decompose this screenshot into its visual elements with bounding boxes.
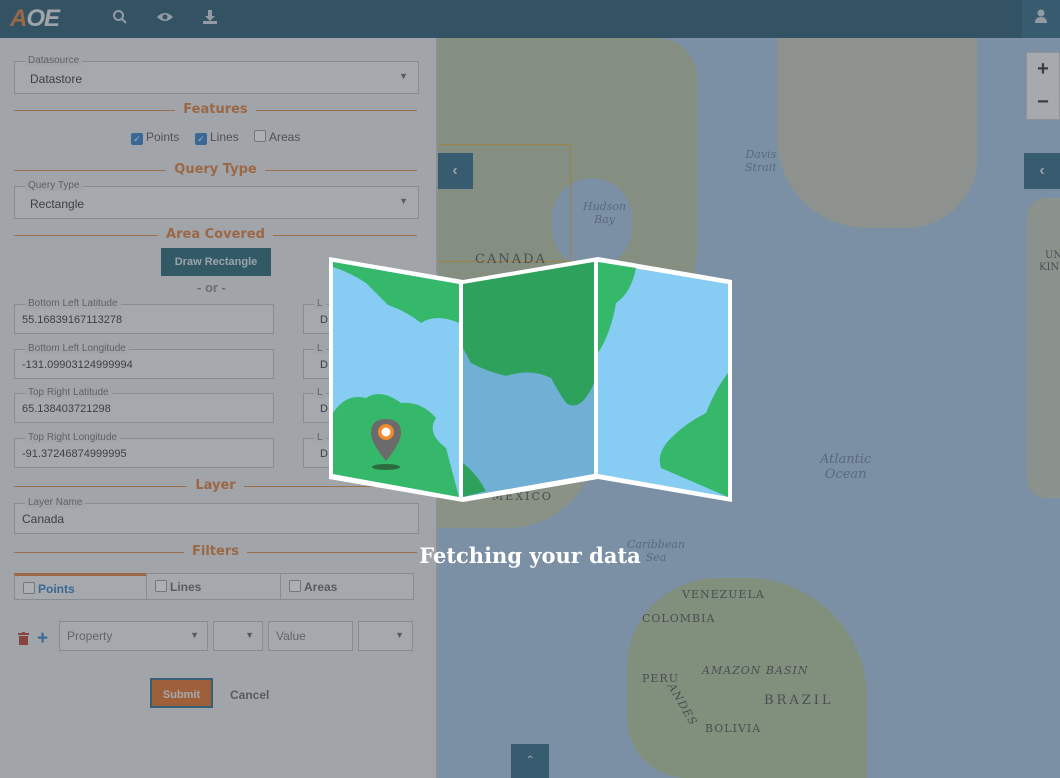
folded-map-icon [329,257,732,502]
loading-overlay: Fetching your data [0,0,1060,778]
loading-message: Fetching your data [419,543,641,568]
